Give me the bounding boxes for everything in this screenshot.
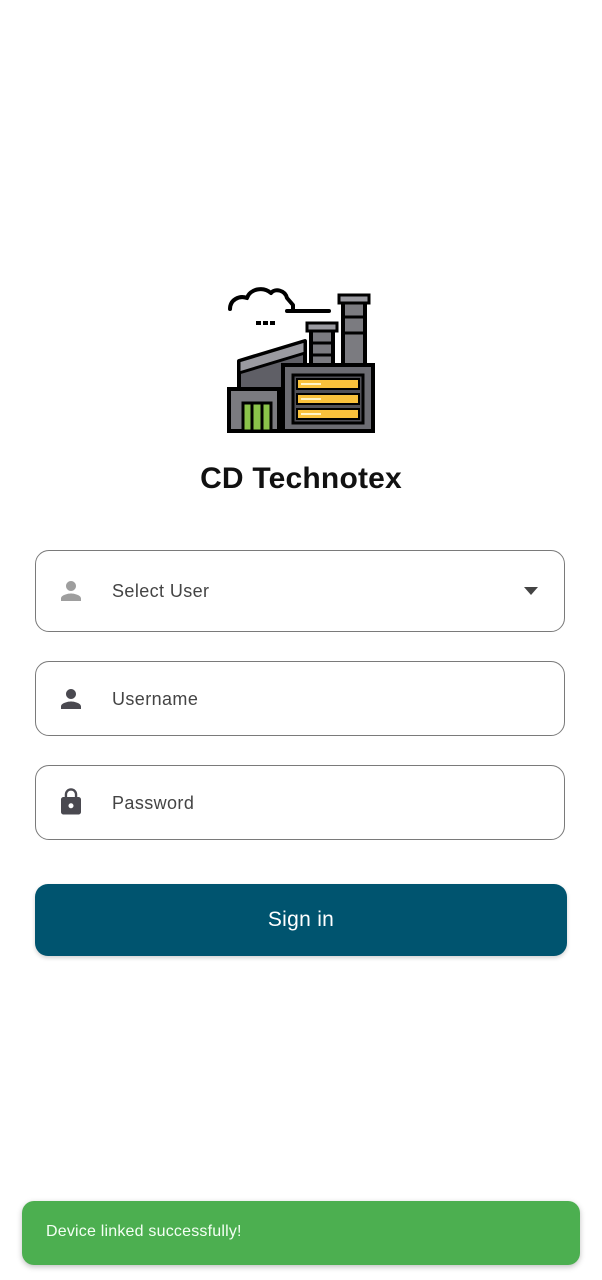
dropdown-arrow-icon[interactable]: [524, 587, 538, 595]
app-title: CD Technotex: [200, 462, 402, 495]
person-icon: [61, 689, 81, 709]
toast-message: Device linked successfully!: [46, 1223, 242, 1240]
username-placeholder: Username: [112, 689, 199, 709]
success-toast: Device linked successfully!: [22, 1201, 580, 1265]
password-field[interactable]: Password: [35, 765, 565, 840]
select-user-dropdown[interactable]: Select User: [35, 550, 565, 632]
select-user-label: Select User: [112, 581, 210, 601]
lock-icon: [61, 788, 81, 815]
sign-in-button[interactable]: Sign in: [35, 884, 567, 956]
person-icon: [61, 581, 81, 601]
factory-logo-icon: [227, 287, 375, 433]
password-placeholder: Password: [112, 793, 195, 813]
username-field[interactable]: Username: [35, 661, 565, 736]
